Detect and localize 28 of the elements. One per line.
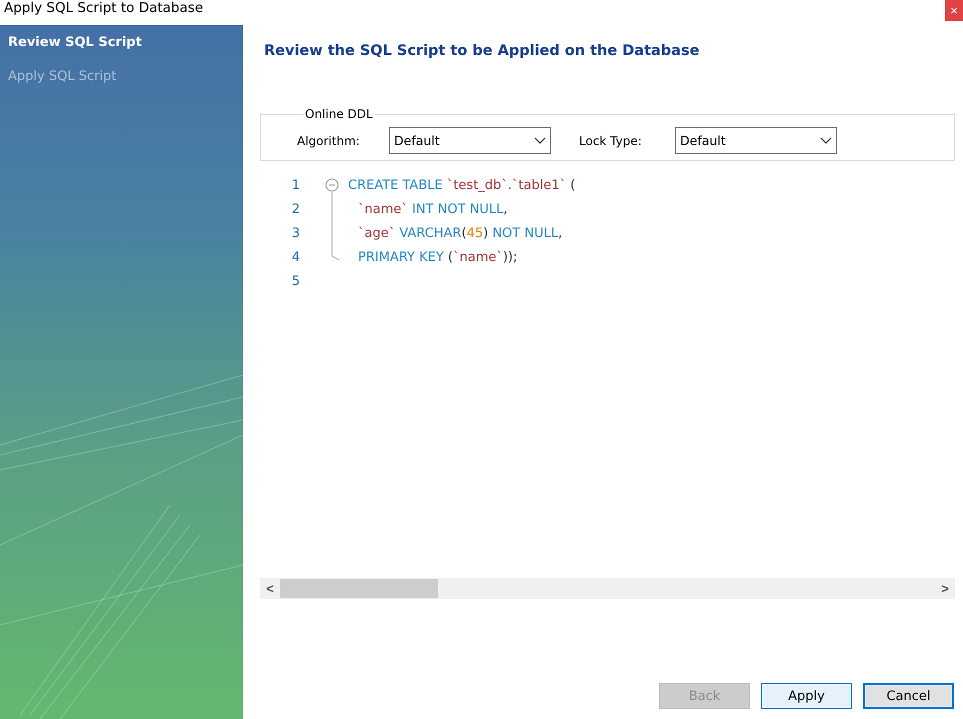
group-title: Online DDL	[304, 107, 374, 121]
scroll-right-button[interactable]: >	[935, 581, 955, 596]
line-number: 2	[290, 202, 300, 216]
chevron-down-icon	[820, 136, 832, 144]
code-line: `name` INT NOT NULL,	[357, 202, 508, 216]
chevron-down-icon	[534, 136, 546, 144]
field-label: Lock Type:	[579, 134, 643, 148]
dropdown-field[interactable]: Default	[675, 127, 837, 154]
line-number: 1	[290, 178, 300, 192]
dropdown-field[interactable]: Default	[389, 127, 551, 154]
fold-collapse-icon[interactable]	[325, 178, 339, 192]
line-number: 5	[290, 274, 300, 288]
close-button[interactable]: ×	[945, 0, 963, 21]
step-item: Apply SQL Script	[7, 68, 118, 86]
code-line: `age` VARCHAR(45) NOT NULL,	[357, 226, 562, 240]
scroll-thumb[interactable]	[280, 579, 438, 598]
line-number: 4	[290, 250, 300, 264]
scroll-left-button[interactable]: <	[260, 581, 280, 596]
code-line: CREATE TABLE `test_db`.`table1` (	[348, 178, 576, 192]
dialog-button[interactable]: Apply	[761, 683, 852, 709]
horizontal-scrollbar[interactable]: < >	[260, 578, 955, 599]
field-label: Algorithm:	[297, 134, 361, 148]
dialog-button[interactable]: Cancel	[863, 683, 954, 709]
step-item: Review SQL Script	[7, 34, 143, 52]
window-title: Apply SQL Script to Database	[3, 0, 204, 16]
code-line: PRIMARY KEY (`name`));	[357, 250, 518, 264]
line-number: 3	[290, 226, 300, 240]
page-heading: Review the SQL Script to be Applied on the Database	[264, 43, 700, 59]
